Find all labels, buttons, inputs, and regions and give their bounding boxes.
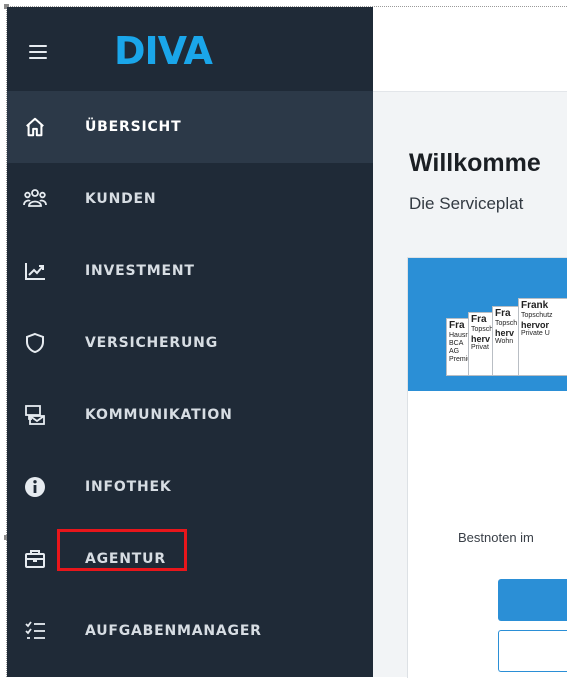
chart-trend-icon (23, 259, 47, 283)
sidebar-item-label: INVESTMENT (85, 263, 195, 279)
primary-button[interactable] (498, 579, 567, 621)
card-banner: Fra Hausr BCA AG Premiu Fra Topsch herv … (408, 258, 567, 391)
home-icon (23, 115, 47, 139)
sidebar-item-kunden[interactable]: KUNDEN (7, 163, 373, 235)
award-badge: Frank Topschutz hervor Private U (518, 298, 567, 376)
bestnoten-text: Bestnoten im (458, 530, 534, 545)
sidebar-header: DIVA (7, 7, 373, 91)
info-icon (23, 475, 47, 499)
top-header (373, 7, 567, 92)
highlight-annotation (57, 529, 187, 571)
sidebar-item-label: KOMMUNIKATION (85, 407, 233, 423)
sidebar: DIVA ÜBERSICHT KUNDEN INVESTMENT VERSICH… (7, 7, 373, 677)
award-badge: Fra Topsch herv Wohn (492, 306, 520, 376)
page-title: Willkomme (409, 149, 541, 177)
main-content: Willkomme Die Serviceplat Fra Hausr BCA … (373, 7, 567, 678)
sidebar-item-label: ÜBERSICHT (85, 119, 182, 135)
sidebar-item-infothek[interactable]: INFOTHEK (7, 451, 373, 523)
secondary-button[interactable] (498, 630, 567, 672)
logo[interactable]: DIVA (114, 29, 213, 73)
briefcase-icon (23, 547, 47, 571)
sidebar-item-label: INFOTHEK (85, 479, 172, 495)
page-subtitle: Die Serviceplat (409, 194, 524, 213)
sidebar-item-uebersicht[interactable]: ÜBERSICHT (7, 91, 373, 163)
award-badges-image: Fra Hausr BCA AG Premiu Fra Topsch herv … (446, 298, 567, 418)
sidebar-item-kommunikation[interactable]: KOMMUNIKATION (7, 379, 373, 451)
shield-icon (23, 331, 47, 355)
logo-text: DIVA (114, 29, 213, 73)
sidebar-item-versicherung[interactable]: VERSICHERUNG (7, 307, 373, 379)
sidebar-item-label: KUNDEN (85, 191, 157, 207)
task-list-icon (23, 619, 47, 643)
hamburger-menu-icon[interactable] (29, 45, 47, 59)
sidebar-item-label: AUFGABENMANAGER (85, 623, 262, 639)
sidebar-item-investment[interactable]: INVESTMENT (7, 235, 373, 307)
sidebar-item-aufgabenmanager[interactable]: AUFGABENMANAGER (7, 595, 373, 667)
communication-icon (23, 403, 47, 427)
users-icon (23, 187, 47, 211)
sidebar-item-label: VERSICHERUNG (85, 335, 218, 351)
